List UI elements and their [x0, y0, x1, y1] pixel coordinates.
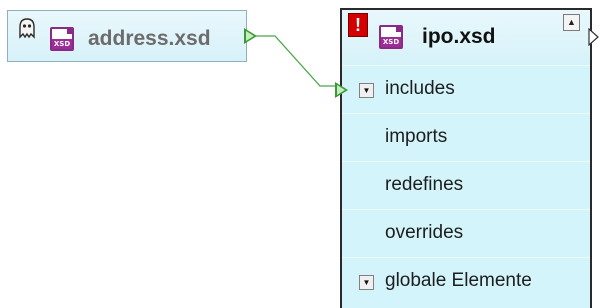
expand-icon[interactable]: ▼	[359, 275, 374, 290]
row-redefines[interactable]: redefines	[342, 161, 590, 209]
row-label: overrides	[385, 222, 464, 243]
row-includes[interactable]: ▼ includes	[335, 65, 590, 113]
address-xsd-node[interactable]: XSD address.xsd	[7, 10, 247, 62]
xsd-file-icon: XSD	[379, 25, 403, 49]
error-icon: !	[348, 13, 368, 37]
node-title: address.xsd	[88, 27, 211, 50]
row-label: redefines	[385, 174, 464, 195]
row-imports[interactable]: imports	[342, 113, 590, 161]
expand-icon[interactable]: ▼	[359, 83, 374, 98]
node-header[interactable]: ! XSD ipo.xsd ▲	[342, 10, 590, 65]
collapse-button[interactable]: ▲	[563, 14, 580, 31]
output-port-icon[interactable]	[588, 28, 600, 46]
row-overrides[interactable]: overrides	[342, 209, 590, 257]
ipo-xsd-node[interactable]: ! XSD ipo.xsd ▲ ▼ includes imports redef…	[335, 8, 592, 308]
node-title: ipo.xsd	[422, 25, 496, 48]
ghost-icon	[19, 18, 35, 39]
output-port-icon[interactable]	[244, 28, 257, 44]
row-label: globale Elemente	[385, 270, 532, 291]
row-label: includes	[385, 78, 455, 99]
input-port-icon[interactable]	[335, 82, 348, 98]
xsd-file-icon: XSD	[50, 27, 74, 51]
row-label: imports	[385, 126, 448, 147]
